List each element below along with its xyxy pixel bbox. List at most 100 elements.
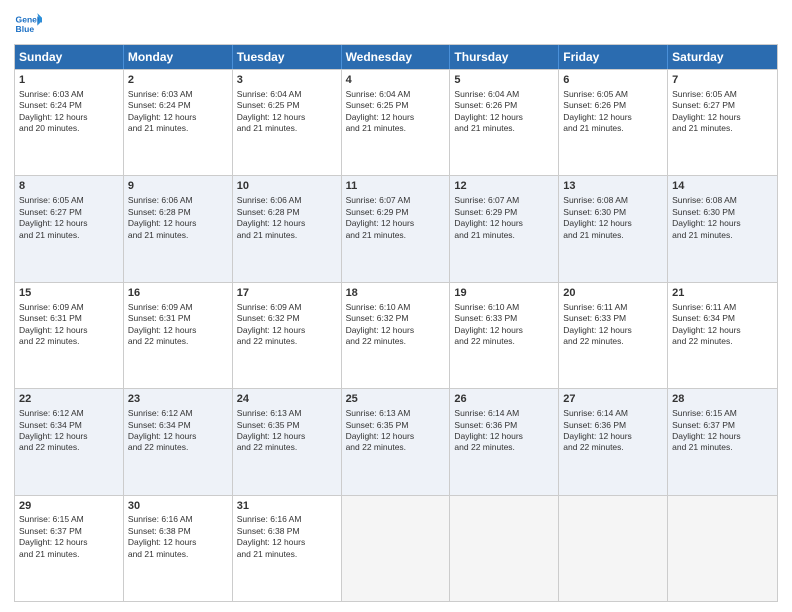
day-info: Sunset: 6:37 PM [672,420,773,431]
calendar-cell [559,496,668,601]
day-info: Sunset: 6:24 PM [19,100,119,111]
day-info: Sunrise: 6:14 AM [563,408,663,419]
day-info: Sunrise: 6:05 AM [19,195,119,206]
calendar-cell: 30Sunrise: 6:16 AMSunset: 6:38 PMDayligh… [124,496,233,601]
day-info: Daylight: 12 hours [237,537,337,548]
day-info: Sunset: 6:28 PM [128,207,228,218]
day-info: Sunset: 6:38 PM [128,526,228,537]
day-info: Sunrise: 6:08 AM [563,195,663,206]
day-info: and 21 minutes. [672,123,773,134]
calendar-row: 29Sunrise: 6:15 AMSunset: 6:37 PM Dayligh… [15,495,777,601]
calendar-row: 1Sunrise: 6:03 AMSunset: 6:24 PMDaylight… [15,69,777,175]
day-info: Sunrise: 6:16 AM [237,514,337,525]
day-info: Sunset: 6:36 PM [563,420,663,431]
day-info: Sunrise: 6:10 AM [346,302,446,313]
day-info: Sunrise: 6:05 AM [672,89,773,100]
calendar-cell: 23Sunrise: 6:12 AMSunset: 6:34 PMDayligh… [124,389,233,494]
day-info: Sunset: 6:29 PM [454,207,554,218]
day-number: 12 [454,179,554,194]
day-info: and 22 minutes. [563,336,663,347]
day-number: 15 [19,286,119,301]
day-info: Sunrise: 6:07 AM [346,195,446,206]
calendar-cell: 11Sunrise: 6:07 AMSunset: 6:29 PMDayligh… [342,176,451,281]
day-info: Daylight: 12 hours [237,218,337,229]
day-info: Sunrise: 6:09 AM [128,302,228,313]
day-number: 11 [346,179,446,194]
day-info: and 20 minutes. [19,123,119,134]
day-info: Daylight: 12 hours [19,218,119,229]
day-info: and 22 minutes. [128,336,228,347]
day-info: Sunrise: 6:12 AM [19,408,119,419]
day-number: 10 [237,179,337,194]
day-info: and 21 minutes. [672,442,773,453]
day-info: and 21 minutes. [454,230,554,241]
day-info: Sunset: 6:30 PM [672,207,773,218]
day-info: Sunset: 6:35 PM [237,420,337,431]
calendar-cell: 22Sunrise: 6:12 AMSunset: 6:34 PMDayligh… [15,389,124,494]
day-number: 21 [672,286,773,301]
calendar-cell: 10Sunrise: 6:06 AMSunset: 6:28 PMDayligh… [233,176,342,281]
day-info: Sunrise: 6:15 AM [19,514,119,525]
calendar-cell: 7Sunrise: 6:05 AMSunset: 6:27 PMDaylight… [668,70,777,175]
day-info: Sunset: 6:34 PM [128,420,228,431]
day-number: 26 [454,392,554,407]
day-number: 1 [19,73,119,88]
day-number: 14 [672,179,773,194]
day-info: Daylight: 12 hours [237,112,337,123]
day-info: Daylight: 12 hours [454,431,554,442]
day-info: Sunrise: 6:07 AM [454,195,554,206]
calendar-cell: 13Sunrise: 6:08 AMSunset: 6:30 PMDayligh… [559,176,668,281]
day-info: Daylight: 12 hours [19,431,119,442]
day-info: Sunset: 6:35 PM [346,420,446,431]
day-info: Daylight: 12 hours [128,218,228,229]
day-info: Sunset: 6:27 PM [19,207,119,218]
calendar-cell: 19Sunrise: 6:10 AMSunset: 6:33 PMDayligh… [450,283,559,388]
calendar-cell: 14Sunrise: 6:08 AMSunset: 6:30 PMDayligh… [668,176,777,281]
day-info: Sunrise: 6:04 AM [237,89,337,100]
day-info: Sunset: 6:34 PM [672,313,773,324]
calendar-cell: 31Sunrise: 6:16 AMSunset: 6:38 PMDayligh… [233,496,342,601]
day-info: Daylight: 12 hours [19,325,119,336]
day-info: Sunset: 6:37 PM [19,526,119,537]
calendar-cell: 27Sunrise: 6:14 AMSunset: 6:36 PMDayligh… [559,389,668,494]
day-info: Sunset: 6:25 PM [346,100,446,111]
calendar-header-day: Sunday [15,45,124,69]
day-number: 29 [19,499,119,514]
day-info: Sunrise: 6:05 AM [563,89,663,100]
day-number: 5 [454,73,554,88]
day-info: Daylight: 12 hours [672,325,773,336]
day-info: Daylight: 12 hours [128,112,228,123]
calendar-cell: 29Sunrise: 6:15 AMSunset: 6:37 PMDayligh… [15,496,124,601]
day-info: Sunrise: 6:06 AM [237,195,337,206]
calendar-row: 15Sunrise: 6:09 AMSunset: 6:31 PMDayligh… [15,282,777,388]
day-info: Sunrise: 6:15 AM [672,408,773,419]
svg-text:Blue: Blue [16,24,35,34]
day-info: and 21 minutes. [237,549,337,560]
calendar-cell [668,496,777,601]
calendar-cell [342,496,451,601]
day-info: Sunset: 6:29 PM [346,207,446,218]
calendar-cell: 26Sunrise: 6:14 AMSunset: 6:36 PMDayligh… [450,389,559,494]
calendar-cell: 9Sunrise: 6:06 AMSunset: 6:28 PMDaylight… [124,176,233,281]
calendar-cell: 18Sunrise: 6:10 AMSunset: 6:32 PMDayligh… [342,283,451,388]
day-info: Sunset: 6:31 PM [19,313,119,324]
day-info: Sunset: 6:32 PM [237,313,337,324]
calendar-header: SundayMondayTuesdayWednesdayThursdayFrid… [15,45,777,69]
day-number: 2 [128,73,228,88]
day-info: Daylight: 12 hours [563,218,663,229]
day-info: and 21 minutes. [346,230,446,241]
day-info: and 22 minutes. [128,442,228,453]
day-info: and 21 minutes. [19,230,119,241]
calendar-body: 1Sunrise: 6:03 AMSunset: 6:24 PMDaylight… [15,69,777,601]
day-info: Daylight: 12 hours [128,431,228,442]
day-info: and 21 minutes. [237,230,337,241]
day-number: 22 [19,392,119,407]
day-number: 25 [346,392,446,407]
day-info: Sunrise: 6:13 AM [346,408,446,419]
day-info: and 22 minutes. [237,336,337,347]
calendar-cell: 17Sunrise: 6:09 AMSunset: 6:32 PMDayligh… [233,283,342,388]
day-info: and 22 minutes. [454,442,554,453]
day-info: Sunset: 6:26 PM [454,100,554,111]
day-info: and 22 minutes. [237,442,337,453]
calendar-row: 22Sunrise: 6:12 AMSunset: 6:34 PMDayligh… [15,388,777,494]
